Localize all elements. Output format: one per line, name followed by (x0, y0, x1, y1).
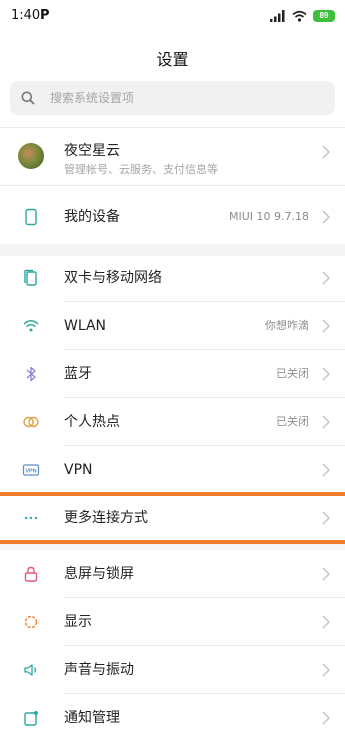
row-value: 已关闭 (276, 415, 309, 428)
more-dots-icon (24, 516, 38, 520)
row-hotspot[interactable]: 个人热点 已关闭 (0, 398, 345, 446)
row-value: 已关闭 (276, 367, 309, 380)
row-label: VPN (64, 462, 93, 478)
search-bar[interactable] (10, 81, 335, 115)
row-label: 息屏与锁屏 (64, 566, 134, 582)
row-value: 你想咋滴 (265, 319, 309, 332)
row-label: 蓝牙 (64, 366, 92, 382)
chevron-right-icon (322, 367, 330, 381)
page-title: 设置 (156, 50, 189, 69)
row-notifications[interactable]: 通知管理 (0, 694, 345, 742)
signal-icon (270, 10, 285, 22)
search-input[interactable] (50, 81, 320, 115)
wifi-icon (23, 320, 39, 332)
row-label: 双卡与移动网络 (64, 270, 162, 286)
wifi-status-icon (292, 10, 307, 22)
vpn-icon: VPN (22, 464, 40, 476)
chevron-right-icon (322, 615, 330, 629)
row-vpn[interactable]: VPN VPN (0, 446, 345, 494)
row-lock-screen[interactable]: 息屏与锁屏 (0, 550, 345, 598)
row-label: 我的设备 (64, 209, 120, 225)
divider (0, 185, 345, 186)
sim-card-icon (24, 269, 37, 286)
chevron-right-icon (322, 271, 330, 285)
row-more-connections[interactable]: 更多连接方式 (0, 494, 345, 542)
row-bluetooth[interactable]: 蓝牙 已关闭 (0, 350, 345, 398)
row-label: WLAN (64, 318, 107, 334)
status-right: 89 (270, 8, 335, 24)
row-label: 显示 (64, 614, 92, 630)
account-row[interactable]: 夜空星云 管理帐号、云服务、支付信息等 (0, 128, 345, 185)
row-value: MIUI 10 9.7.18 (228, 210, 309, 223)
sound-icon (24, 664, 37, 676)
lock-icon (24, 566, 38, 582)
row-label: 通知管理 (64, 710, 120, 726)
row-label: 个人热点 (64, 414, 120, 430)
battery-icon: 89 (313, 10, 335, 22)
phone-icon (25, 208, 37, 226)
chevron-right-icon (322, 415, 330, 429)
status-bar: 1:40 P 89 (0, 0, 345, 34)
chevron-right-icon (322, 663, 330, 677)
chevron-right-icon (322, 319, 330, 333)
my-device-row[interactable]: 我的设备 MIUI 10 9.7.18 (0, 193, 345, 241)
chevron-right-icon (322, 511, 330, 525)
row-label: 声音与振动 (64, 662, 134, 678)
account-name: 夜空星云 (64, 143, 120, 159)
bluetooth-icon (26, 366, 36, 382)
search-icon (21, 91, 35, 105)
svg-text:VPN: VPN (25, 468, 36, 474)
row-dual-sim[interactable]: 双卡与移动网络 (0, 254, 345, 302)
row-display[interactable]: 显示 (0, 598, 345, 646)
account-subtitle: 管理帐号、云服务、支付信息等 (64, 163, 218, 176)
display-icon (24, 615, 38, 629)
chevron-right-icon (322, 567, 330, 581)
p-notification-icon: P (40, 8, 50, 23)
notification-icon (24, 711, 38, 726)
row-wlan[interactable]: WLAN 你想咋滴 (0, 302, 345, 350)
hotspot-icon (23, 416, 39, 428)
chevron-right-icon (322, 145, 330, 159)
chevron-right-icon (322, 463, 330, 477)
row-label: 更多连接方式 (64, 510, 148, 526)
chevron-right-icon (322, 711, 330, 725)
avatar (18, 143, 44, 169)
status-time: 1:40 (11, 8, 41, 23)
row-sound[interactable]: 声音与振动 (0, 646, 345, 694)
chevron-right-icon (322, 210, 330, 224)
